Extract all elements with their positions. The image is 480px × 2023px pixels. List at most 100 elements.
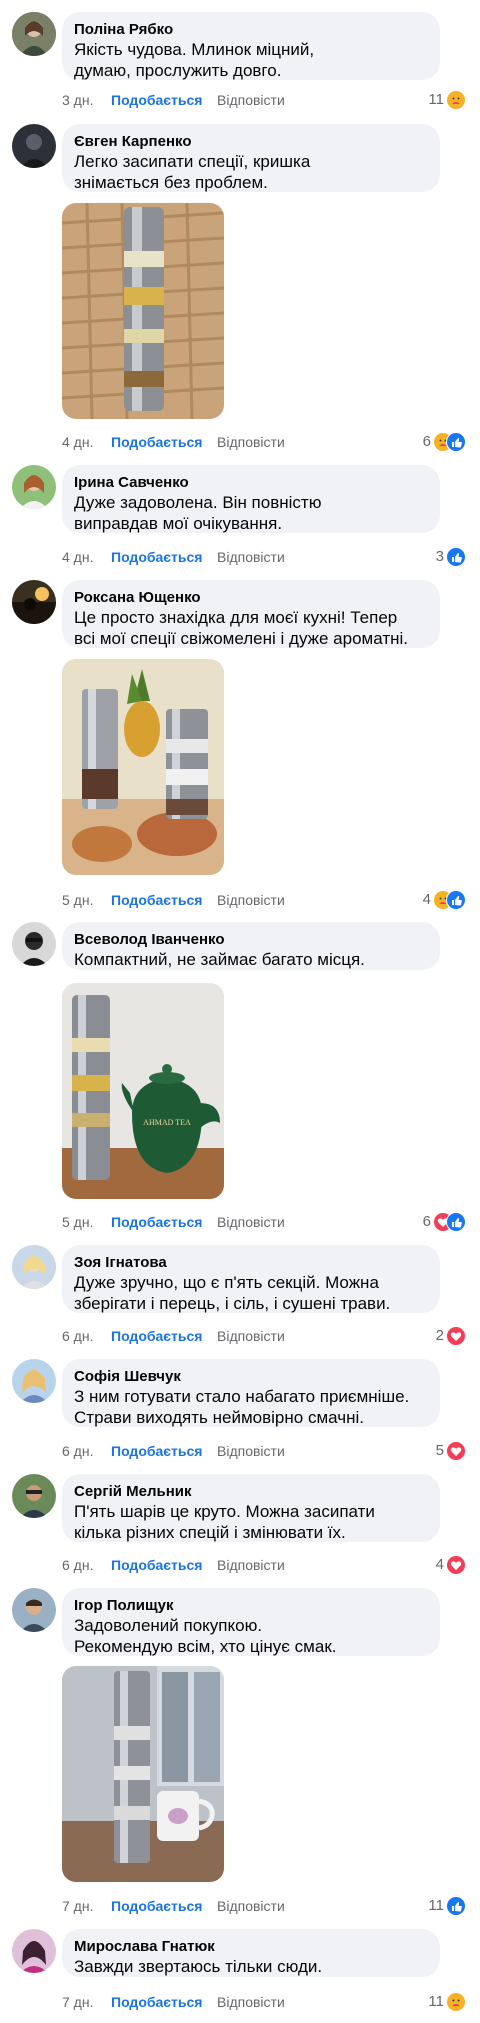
author-name[interactable]: Зоя Ігнатова (74, 1253, 428, 1272)
comment-bubble: Роксана Ющенко Це просто знахідка для мо… (62, 580, 440, 648)
avatar[interactable] (12, 580, 56, 624)
like-button[interactable]: Подобається (111, 432, 202, 452)
comment-bubble: Всеволод Іванченко Компактний, не займає… (62, 922, 440, 970)
comment-bubble: Поліна Рябко Якість чудова. Млинок міцни… (62, 12, 440, 80)
reaction-summary[interactable]: 2 (436, 1326, 466, 1346)
reaction-count: 3 (435, 548, 444, 565)
like-reaction-icon (446, 1212, 466, 1232)
love-reaction-icon (446, 1441, 466, 1461)
like-button[interactable]: Подобається (111, 1992, 202, 2012)
author-name[interactable]: Поліна Рябко (74, 20, 428, 39)
author-name[interactable]: Мирослава Гнатюк (74, 1937, 428, 1956)
avatar[interactable] (12, 12, 56, 56)
comment-text: З ним готувати стало набагато приємніше.… (74, 1387, 410, 1427)
reaction-count: 6 (422, 1213, 431, 1230)
comment-text: Задоволений покупкою. Рекомендую всім, х… (74, 1616, 337, 1656)
reply-button[interactable]: Відповісти (217, 890, 285, 910)
reply-button[interactable]: Відповісти (217, 547, 285, 567)
comment-meta: 3 дн. Подобається Відповісти (62, 90, 462, 110)
like-button[interactable]: Подобається (111, 90, 202, 110)
reply-button[interactable]: Відповісти (217, 432, 285, 452)
avatar[interactable] (12, 465, 56, 509)
reply-button[interactable]: Відповісти (217, 1326, 285, 1346)
reaction-count: 11 (428, 91, 444, 108)
author-name[interactable]: Ірина Савченко (74, 473, 428, 492)
teapot-brand-text: AHMAD TEA (143, 1118, 191, 1127)
like-button[interactable]: Подобається (111, 1555, 202, 1575)
timestamp[interactable]: 5 дн. (62, 1212, 93, 1232)
avatar[interactable] (12, 1359, 56, 1403)
reaction-summary[interactable]: 6 (423, 432, 466, 452)
timestamp[interactable]: 3 дн. (62, 90, 93, 110)
comment-text: Легко засипати спеції, кришка знімається… (74, 152, 311, 192)
attached-photo[interactable] (62, 203, 224, 419)
reply-button[interactable]: Відповісти (217, 1441, 285, 1461)
comment-text: Компактний, не займає багато місця. (74, 950, 365, 969)
comment-meta: 5 дн. Подобається Відповісти (62, 890, 462, 910)
reaction-summary[interactable]: 11 (428, 1992, 466, 2012)
comment-meta: 6 дн. Подобається Відповісти (62, 1326, 462, 1346)
like-button[interactable]: Подобається (111, 1896, 202, 1916)
timestamp[interactable]: 6 дн. (62, 1555, 93, 1575)
love-reaction-icon (446, 1555, 466, 1575)
timestamp[interactable]: 6 дн. (62, 1441, 93, 1461)
like-reaction-icon (446, 890, 466, 910)
like-button[interactable]: Подобається (111, 1441, 202, 1461)
reaction-count: 4 (435, 1556, 444, 1573)
author-name[interactable]: Сергій Мельник (74, 1482, 428, 1501)
reaction-summary[interactable]: 11 (428, 90, 466, 110)
reaction-summary[interactable]: 4 (436, 1555, 466, 1575)
attached-photo[interactable]: AHMAD TEA (62, 983, 224, 1199)
attached-photo[interactable] (62, 659, 224, 875)
timestamp[interactable]: 7 дн. (62, 1896, 93, 1916)
avatar[interactable] (12, 1245, 56, 1289)
reply-button[interactable]: Відповісти (217, 1555, 285, 1575)
timestamp[interactable]: 4 дн. (62, 547, 93, 567)
comment-bubble: Мирослава Гнатюк Завжди звертаюсь тільки… (62, 1929, 440, 1977)
reply-button[interactable]: Відповісти (217, 1896, 285, 1916)
comment-text: П'ять шарів це круто. Можна засипати кіл… (74, 1502, 375, 1542)
love-reaction-icon (446, 1326, 466, 1346)
timestamp[interactable]: 4 дн. (62, 432, 93, 452)
comment-meta: 4 дн. Подобається Відповісти (62, 547, 462, 567)
comment-meta: 5 дн. Подобається Відповісти (62, 1212, 462, 1232)
reaction-count: 6 (422, 433, 431, 450)
author-name[interactable]: Всеволод Іванченко (74, 930, 428, 949)
reaction-summary[interactable]: 6 (423, 1212, 466, 1232)
avatar[interactable] (12, 1588, 56, 1632)
reaction-summary[interactable]: 11 (428, 1896, 466, 1916)
comment-text: Дуже задоволена. Він повністю виправдав … (74, 493, 322, 533)
timestamp[interactable]: 5 дн. (62, 890, 93, 910)
comment-bubble: Софія Шевчук З ним готувати стало набага… (62, 1359, 440, 1427)
author-name[interactable]: Євген Карпенко (74, 132, 428, 151)
avatar[interactable] (12, 922, 56, 966)
like-button[interactable]: Подобається (111, 1326, 202, 1346)
reaction-summary[interactable]: 3 (436, 547, 466, 567)
comment-bubble: Ірина Савченко Дуже задоволена. Він повн… (62, 465, 440, 533)
author-name[interactable]: Ігор Полищук (74, 1596, 428, 1615)
author-name[interactable]: Софія Шевчук (74, 1367, 428, 1386)
reaction-count: 5 (435, 1442, 444, 1459)
like-reaction-icon (446, 1896, 466, 1916)
comment-bubble: Ігор Полищук Задоволений покупкою. Реком… (62, 1588, 440, 1656)
care-reaction-icon (446, 90, 466, 110)
reaction-count: 2 (435, 1327, 444, 1344)
comment-meta: 7 дн. Подобається Відповісти (62, 1896, 462, 1916)
reply-button[interactable]: Відповісти (217, 1992, 285, 2012)
reply-button[interactable]: Відповісти (217, 90, 285, 110)
timestamp[interactable]: 6 дн. (62, 1326, 93, 1346)
like-button[interactable]: Подобається (111, 890, 202, 910)
comment-text: Це просто знахідка для моєї кухні! Тепер… (74, 608, 408, 648)
like-button[interactable]: Подобається (111, 547, 202, 567)
avatar[interactable] (12, 1474, 56, 1518)
like-button[interactable]: Подобається (111, 1212, 202, 1232)
timestamp[interactable]: 7 дн. (62, 1992, 93, 2012)
author-name[interactable]: Роксана Ющенко (74, 588, 428, 607)
reaction-summary[interactable]: 5 (436, 1441, 466, 1461)
avatar[interactable] (12, 1929, 56, 1973)
reaction-summary[interactable]: 4 (423, 890, 466, 910)
comment-meta: 6 дн. Подобається Відповісти (62, 1441, 462, 1461)
attached-photo[interactable] (62, 1666, 224, 1882)
avatar[interactable] (12, 124, 56, 168)
reply-button[interactable]: Відповісти (217, 1212, 285, 1232)
